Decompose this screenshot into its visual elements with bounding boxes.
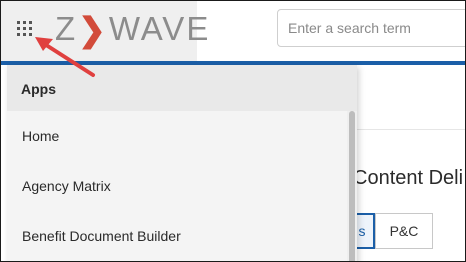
logo-text-right: WAVE: [108, 10, 211, 47]
menu-item-home[interactable]: Home: [7, 111, 347, 161]
annotation-arrow-icon: [35, 37, 95, 77]
screenshot-frame: Z ❯ WAVE Content Deli s P&C Apps Home Ag…: [0, 0, 466, 262]
page-title: Content Deli: [353, 167, 464, 189]
menu-item-label: Home: [22, 128, 60, 144]
segment-tab-pc[interactable]: P&C: [375, 213, 433, 249]
menu-scrollbar-thumb[interactable]: [349, 111, 355, 261]
apps-dropdown-menu: Apps Home Agency Matrix Benefit Document…: [7, 65, 357, 261]
apps-menu-title: Apps: [21, 81, 56, 97]
menu-item-agency-matrix[interactable]: Agency Matrix: [7, 161, 347, 211]
menu-item-label: Benefit Document Builder: [22, 228, 181, 244]
menu-item-label: Agency Matrix: [22, 178, 111, 194]
menu-item-benefit-document-builder[interactable]: Benefit Document Builder: [7, 211, 347, 261]
search-input[interactable]: [277, 9, 465, 47]
